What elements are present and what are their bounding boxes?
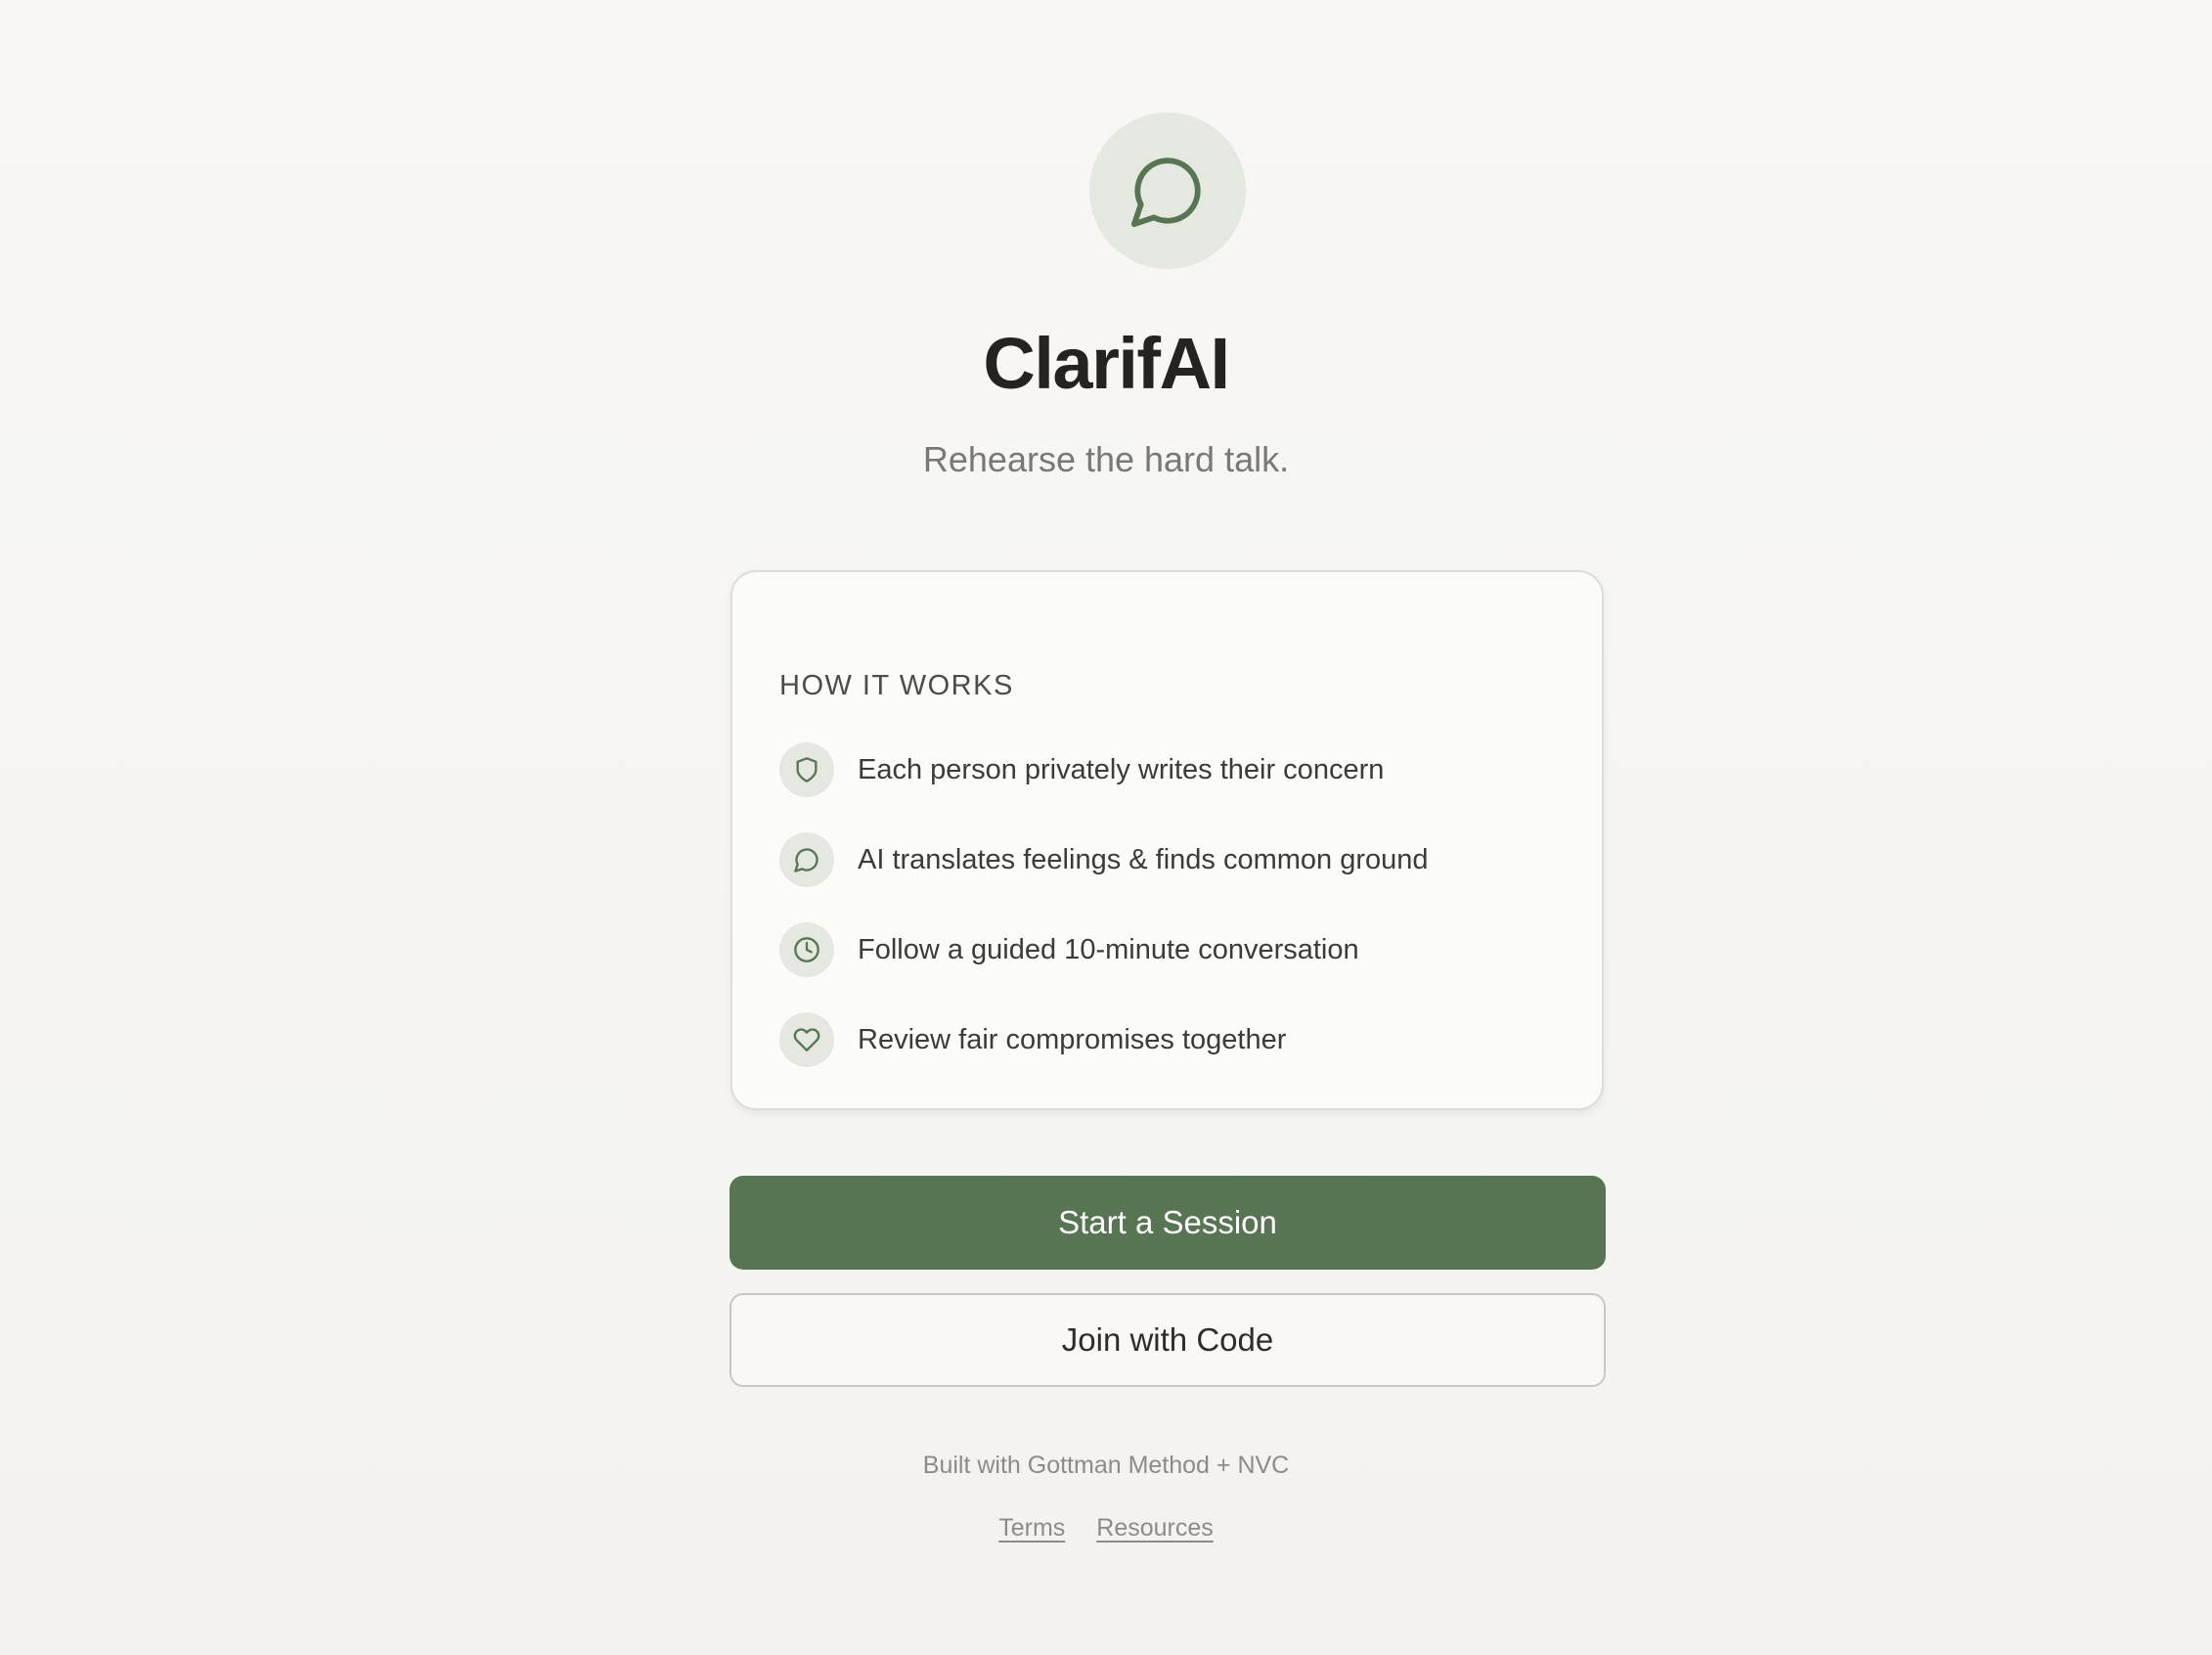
step-item: Review fair compromises together — [779, 1012, 1286, 1067]
resources-link[interactable]: Resources — [1096, 1516, 1214, 1541]
step-item: AI translates feelings & finds common gr… — [779, 832, 1429, 887]
step-item: Each person privately writes their conce… — [779, 742, 1384, 797]
step-text: Review fair compromises together — [858, 1023, 1287, 1055]
app-title: ClarifAI — [983, 323, 1230, 404]
step-text: Follow a guided 10-minute conversation — [858, 933, 1359, 965]
step-item: Follow a guided 10-minute conversation — [779, 922, 1359, 977]
terms-link[interactable]: Terms — [998, 1516, 1065, 1541]
shield-icon — [779, 742, 834, 797]
step-text: AI translates feelings & finds common gr… — [858, 843, 1429, 875]
card-heading: HOW IT WORKS — [779, 670, 1014, 701]
footer-links: Terms Resources — [0, 1516, 2212, 1541]
join-with-code-button[interactable]: Join with Code — [730, 1293, 1606, 1387]
start-session-button[interactable]: Start a Session — [730, 1176, 1606, 1270]
how-it-works-card: HOW IT WORKS Each person privately write… — [730, 570, 1604, 1110]
footer-note: Built with Gottman Method + NVC — [922, 1452, 1290, 1479]
chat-bubble-icon — [779, 832, 834, 887]
clock-icon — [779, 922, 834, 977]
chat-bubble-icon — [1130, 157, 1201, 228]
heart-icon — [779, 1012, 834, 1067]
app-logo — [1089, 112, 1246, 269]
step-text: Each person privately writes their conce… — [858, 753, 1385, 785]
app-tagline: Rehearse the hard talk. — [922, 439, 1290, 479]
welcome-screen: ClarifAI Rehearse the hard talk. HOW IT … — [0, 0, 2212, 1655]
